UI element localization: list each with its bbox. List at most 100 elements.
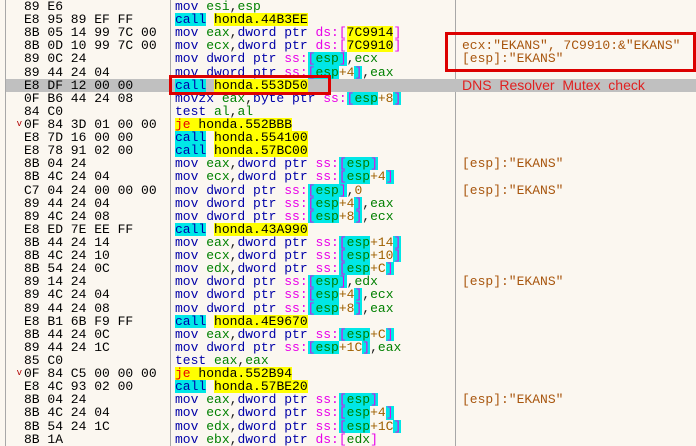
disasm-row[interactable]: 8B 0D 10 99 7C 00mov ecx,dword ptr ds:[7… [0, 39, 696, 52]
disasm-row[interactable]: E8 4C 93 02 00call honda.57BE20 [0, 380, 696, 393]
instruction-text: call honda.44B3EE [170, 13, 455, 26]
disasm-row[interactable]: E8 7D 16 00 00call honda.554100 [0, 131, 696, 144]
disasm-row[interactable]: 8B 04 24mov eax,dword ptr ss:[esp][esp]:… [0, 393, 696, 406]
jump-down-icon: v [0, 367, 24, 380]
instruction-bytes: E8 78 91 02 00 [24, 144, 170, 157]
instruction-bytes: 8B 4C 24 04 [24, 170, 170, 183]
instruction-bytes: E8 4C 93 02 00 [24, 380, 170, 393]
gutter-cell [0, 275, 24, 288]
auto-comment [455, 26, 696, 39]
instruction-bytes: E8 95 89 EF FF [24, 13, 170, 26]
instruction-bytes: 8B 05 14 99 7C 00 [24, 26, 170, 39]
gutter-cell [0, 262, 24, 275]
disasm-row[interactable]: 89 44 24 04mov dword ptr ss:[esp+4],eax [0, 197, 696, 210]
gutter-cell [0, 288, 24, 301]
disasm-row[interactable]: 89 14 24mov dword ptr ss:[esp],edx[esp]:… [0, 275, 696, 288]
disasm-row[interactable]: 8B 4C 24 04mov ecx,dword ptr ss:[esp+4] [0, 406, 696, 419]
instruction-text: mov edx,dword ptr ss:[esp+C] [170, 262, 455, 275]
disasm-row[interactable]: 89 44 24 08mov dword ptr ss:[esp+8],eax [0, 302, 696, 315]
disasm-row[interactable]: 84 C0test al,al [0, 105, 696, 118]
gutter-cell [0, 393, 24, 406]
disasm-row[interactable]: 89 44 24 04mov dword ptr ss:[esp+4],eax [0, 66, 696, 79]
gutter-cell [0, 105, 24, 118]
instruction-text: call honda.43A990 [170, 223, 455, 236]
instruction-bytes: 8B 4C 24 10 [24, 249, 170, 262]
disasm-row[interactable]: 8B 44 24 0Cmov eax,dword ptr ss:[esp+C] [0, 328, 696, 341]
auto-comment [455, 262, 696, 275]
instruction-bytes: 8B 44 24 0C [24, 328, 170, 341]
disasm-row[interactable]: 8B 1Amov ebx,dword ptr ds:[edx] [0, 433, 696, 446]
gutter-cell [0, 92, 24, 105]
auto-comment: ecx:"EKANS", 7C9910:&"EKANS" [455, 39, 696, 52]
disasm-row-selected[interactable]: E8 DF 12 00 00call honda.553D50DNS_Resol… [0, 79, 696, 92]
instruction-text: mov dword ptr ss:[esp],ecx [170, 52, 455, 65]
gutter-cell [0, 433, 24, 446]
disasm-row[interactable]: v0F 84 3D 01 00 00je honda.552BBB [0, 118, 696, 131]
auto-comment: [esp]:"EKANS" [455, 393, 696, 406]
disasm-row[interactable]: 89 0C 24mov dword ptr ss:[esp],ecx[esp]:… [0, 52, 696, 65]
disasm-row[interactable]: 0F B6 44 24 08movzx eax,byte ptr ss:[esp… [0, 92, 696, 105]
gutter-cell [0, 302, 24, 315]
disasm-row[interactable]: 8B 54 24 1Cmov edx,dword ptr ss:[esp+1C] [0, 420, 696, 433]
disasm-row[interactable]: v0F 84 C5 00 00 00je honda.552B94 [0, 367, 696, 380]
gutter-cell [0, 184, 24, 197]
auto-comment [455, 315, 696, 328]
instruction-bytes: 89 E6 [24, 0, 170, 13]
instruction-text: mov ecx,dword ptr ds:[7C9910] [170, 39, 455, 52]
disasm-row[interactable]: 89 E6mov esi,esp [0, 0, 696, 13]
auto-comment: [esp]:"EKANS" [455, 275, 696, 288]
gutter-cell [0, 420, 24, 433]
instruction-text: mov dword ptr ss:[esp+8],ecx [170, 210, 455, 223]
instruction-bytes: E8 DF 12 00 00 [24, 79, 170, 92]
instruction-bytes: 8B 4C 24 04 [24, 406, 170, 419]
auto-comment: [esp]:"EKANS" [455, 184, 696, 197]
disasm-row[interactable]: 89 4C 24 08mov dword ptr ss:[esp+8],ecx [0, 210, 696, 223]
disasm-row[interactable]: 85 C0test eax,eax [0, 354, 696, 367]
instruction-bytes: 89 14 24 [24, 275, 170, 288]
disasm-row[interactable]: 8B 44 24 14mov eax,dword ptr ss:[esp+14] [0, 236, 696, 249]
disasm-row[interactable]: 8B 4C 24 10mov ecx,dword ptr ss:[esp+10] [0, 249, 696, 262]
auto-comment [455, 66, 696, 79]
auto-comment [455, 288, 696, 301]
auto-comment [455, 341, 696, 354]
instruction-bytes: 84 C0 [24, 105, 170, 118]
disasm-row[interactable]: E8 78 91 02 00call honda.57BC00 [0, 144, 696, 157]
instruction-text: mov ebx,dword ptr ds:[edx] [170, 433, 455, 446]
disasm-row[interactable]: 8B 54 24 0Cmov edx,dword ptr ss:[esp+C] [0, 262, 696, 275]
disasm-row[interactable]: C7 04 24 00 00 00mov dword ptr ss:[esp],… [0, 184, 696, 197]
disasm-row[interactable]: 89 44 24 1Cmov dword ptr ss:[esp+1C],eax [0, 341, 696, 354]
disasm-row[interactable]: E8 95 89 EF FFcall honda.44B3EE [0, 13, 696, 26]
gutter-cell [0, 131, 24, 144]
instruction-bytes: 89 4C 24 08 [24, 210, 170, 223]
instruction-text: mov ecx,dword ptr ss:[esp+4] [170, 170, 455, 183]
disasm-row[interactable]: E8 ED 7E EE FFcall honda.43A990 [0, 223, 696, 236]
instruction-text: mov dword ptr ss:[esp+4],eax [170, 66, 455, 79]
instruction-bytes: 0F B6 44 24 08 [24, 92, 170, 105]
gutter-cell [0, 157, 24, 170]
instruction-text: je honda.552BBB [170, 118, 455, 131]
auto-comment: [esp]:"EKANS" [455, 157, 696, 170]
gutter-cell [0, 210, 24, 223]
disasm-row[interactable]: 8B 05 14 99 7C 00mov eax,dword ptr ds:[7… [0, 26, 696, 39]
instruction-text: mov ecx,dword ptr ss:[esp+4] [170, 406, 455, 419]
gutter-cell [0, 223, 24, 236]
disasm-row[interactable]: 8B 04 24mov eax,dword ptr ss:[esp][esp]:… [0, 157, 696, 170]
auto-comment [455, 354, 696, 367]
gutter-cell [0, 249, 24, 262]
instruction-text: movzx eax,byte ptr ss:[esp+8] [170, 92, 455, 105]
instruction-bytes: 89 4C 24 04 [24, 288, 170, 301]
disassembly-view: 89 E6mov esi,espE8 95 89 EF FFcall honda… [0, 0, 696, 446]
disasm-row[interactable]: E8 B1 6B F9 FFcall honda.4E9670 [0, 315, 696, 328]
gutter-cell [0, 170, 24, 183]
instruction-text: test al,al [170, 105, 455, 118]
instruction-text: mov dword ptr ss:[esp+4],eax [170, 197, 455, 210]
gutter-cell [0, 354, 24, 367]
instruction-text: mov ecx,dword ptr ss:[esp+10] [170, 249, 455, 262]
disasm-row[interactable]: 89 4C 24 04mov dword ptr ss:[esp+4],ecx [0, 288, 696, 301]
disasm-row[interactable]: 8B 4C 24 04mov ecx,dword ptr ss:[esp+4] [0, 170, 696, 183]
instruction-text: mov eax,dword ptr ss:[esp] [170, 157, 455, 170]
instruction-bytes: 8B 44 24 14 [24, 236, 170, 249]
instruction-bytes: E8 B1 6B F9 FF [24, 315, 170, 328]
instruction-text: mov esi,esp [170, 0, 455, 13]
auto-comment [455, 433, 696, 446]
